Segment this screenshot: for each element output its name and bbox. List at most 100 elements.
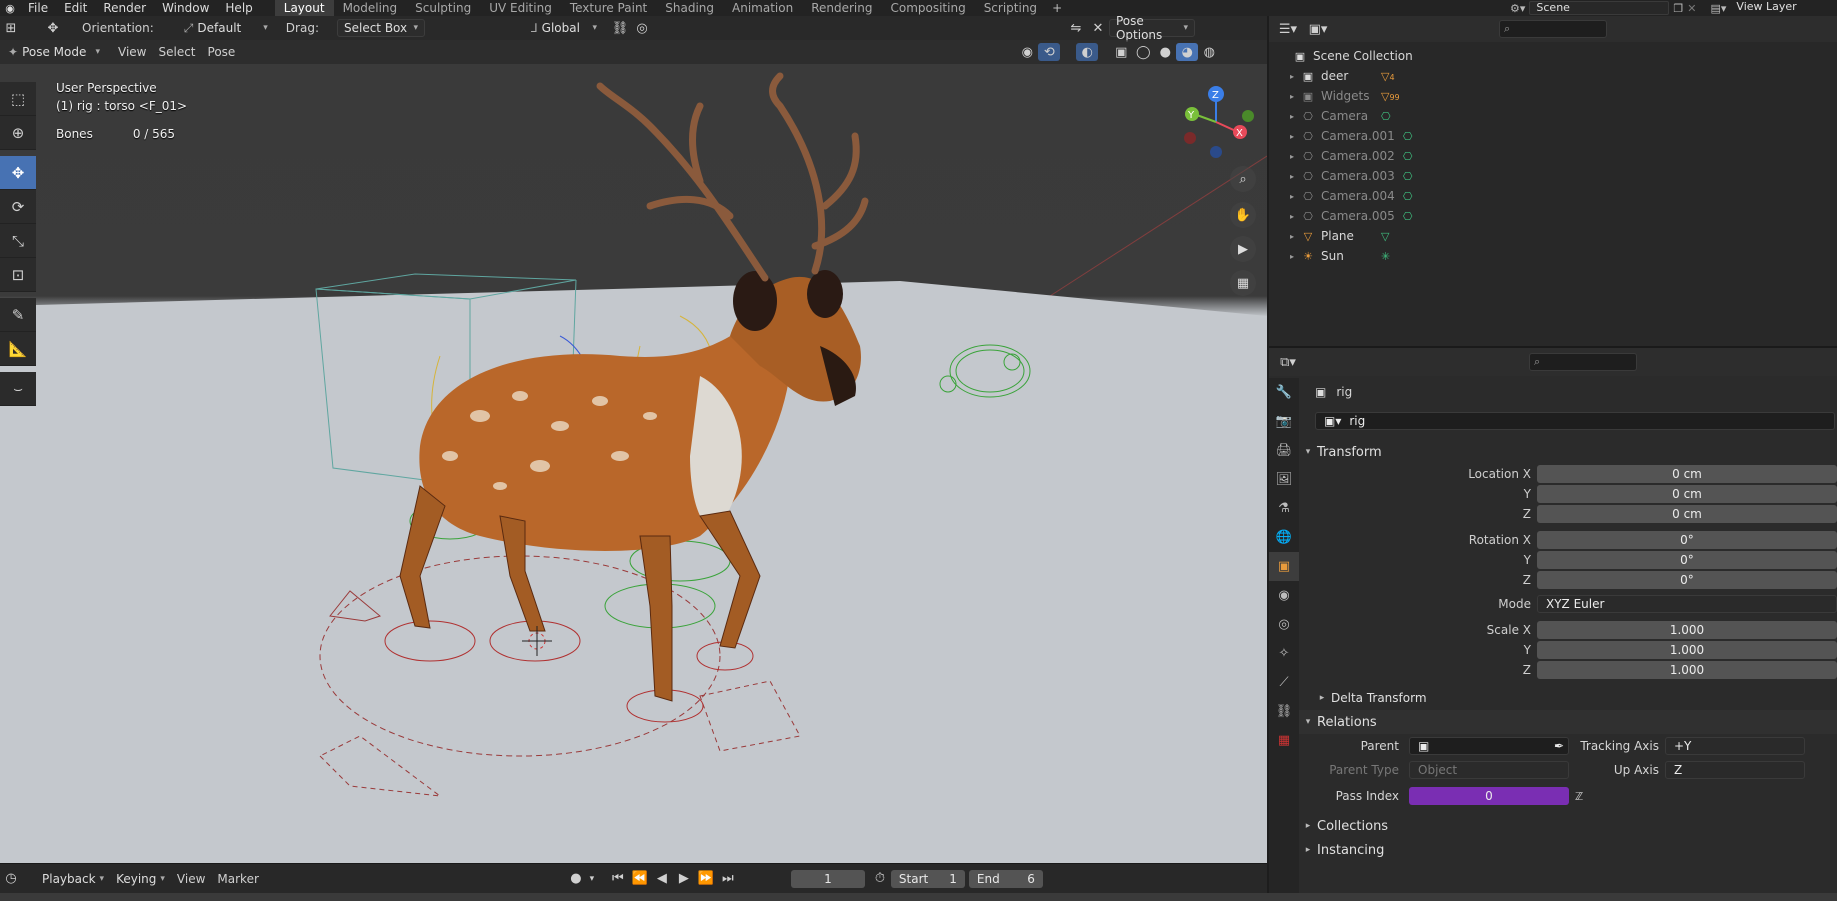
outliner-item[interactable]: ▸ ⎔ Camera.003 ⎔ — [1269, 166, 1837, 186]
shading-solid-icon[interactable]: ● — [1154, 43, 1176, 61]
measure-icon[interactable]: 📐 — [0, 332, 36, 366]
outliner-item[interactable]: ▸ ▽ Plane ▽ — [1269, 226, 1837, 246]
proportional-edit-icon[interactable]: ◎ — [631, 19, 653, 37]
editor-type-icon[interactable]: ⊞ — [0, 19, 22, 37]
shading-material-icon[interactable]: ◕ — [1176, 43, 1199, 61]
tool-tab-icon[interactable]: 🔧 — [1269, 378, 1299, 407]
outliner-item[interactable]: ▸ ☀ Sun ✳ — [1269, 246, 1837, 266]
jump-end-icon[interactable]: ⏭ — [717, 870, 739, 888]
physics-tab-icon[interactable]: ◎ — [1269, 610, 1299, 639]
pass-index-field[interactable]: 0 — [1409, 787, 1569, 805]
shading-rendered-icon[interactable]: ◍ — [1198, 43, 1220, 61]
outliner-item-data-icon[interactable]: ▽4 — [1381, 70, 1395, 83]
outliner-item-data-icon[interactable]: ▽99 — [1381, 90, 1400, 103]
parent-type-dropdown[interactable]: Object — [1409, 761, 1569, 779]
select-box-icon[interactable]: ⬚ — [0, 82, 36, 116]
outliner-item-data-icon[interactable]: ⎔ — [1403, 210, 1413, 223]
tab-layout[interactable]: Layout — [274, 0, 334, 16]
menu-window[interactable]: Window — [154, 0, 217, 16]
rotation-y-field[interactable]: 0° — [1537, 551, 1837, 569]
roll-icon[interactable]: ⌣ — [0, 372, 36, 406]
outliner-search-input[interactable]: ⌕ — [1499, 20, 1607, 38]
add-workspace-icon[interactable]: + — [1046, 1, 1068, 15]
scene-collection-row[interactable]: ▣ Scene Collection — [1269, 46, 1837, 66]
keying-dropdown[interactable]: Keying ▾ — [110, 870, 171, 888]
rotation-z-field[interactable]: 0° — [1537, 571, 1837, 589]
texture-tab-icon[interactable]: ▦ — [1269, 726, 1299, 755]
instancing-panel-header[interactable]: ▸ Instancing — [1299, 838, 1837, 862]
outliner-item-data-icon[interactable]: ⎔ — [1403, 130, 1413, 143]
world-tab-icon[interactable]: 🌐 — [1269, 523, 1299, 552]
scale-y-field[interactable]: 1.000 — [1537, 641, 1837, 659]
tab-compositing[interactable]: Compositing — [881, 0, 974, 16]
stopwatch-icon[interactable]: ⏱ — [869, 870, 891, 888]
render-tab-icon[interactable]: 📷 — [1269, 407, 1299, 436]
menu-select[interactable]: Select — [152, 45, 201, 59]
delta-transform-header[interactable]: ▸ Delta Transform — [1299, 686, 1837, 710]
tab-animation[interactable]: Animation — [723, 0, 802, 16]
view-layer-icon[interactable]: ▤▾ — [1710, 2, 1726, 15]
object-tab-icon[interactable]: ▣ — [1269, 552, 1299, 581]
parent-field[interactable]: ▣ ✒ — [1409, 737, 1569, 755]
scale-x-field[interactable]: 1.000 — [1537, 621, 1837, 639]
ortho-grid-icon[interactable]: ▦ — [1230, 270, 1256, 296]
outliner-item-data-icon[interactable]: ✳ — [1381, 250, 1390, 263]
new-scene-icon[interactable]: ❐ — [1673, 2, 1683, 15]
location-x-field[interactable]: 0 cm — [1537, 465, 1837, 483]
playback-dropdown[interactable]: Playback ▾ — [36, 870, 110, 888]
rotation-mode-dropdown[interactable]: XYZ Euler — [1537, 595, 1837, 613]
current-frame-field[interactable]: 1 — [790, 869, 865, 888]
3d-viewport[interactable]: ⊞ ✥ Orientation: ⤢ Default ▾ Drag: Selec… — [0, 16, 1267, 863]
pose-options-dropdown[interactable]: Pose Options ▾ — [1108, 16, 1195, 42]
timeline-editor-icon[interactable]: ◷ — [0, 870, 22, 888]
zoom-icon[interactable]: ⌕ — [1230, 166, 1256, 192]
orientation-dropdown[interactable]: ⤢ Default ▾ — [178, 19, 274, 37]
tab-scripting[interactable]: Scripting — [975, 0, 1046, 16]
blender-logo-icon[interactable]: ◉ — [0, 0, 20, 16]
tab-uv-editing[interactable]: UV Editing — [480, 0, 561, 16]
outliner-item[interactable]: ▸ ⎔ Camera.001 ⎔ — [1269, 126, 1837, 146]
menu-render[interactable]: Render — [95, 0, 154, 16]
driver-icon[interactable]: ℤ — [1575, 790, 1583, 803]
close-icon[interactable]: ✕ — [1087, 19, 1109, 37]
gizmo-toggle-icon[interactable]: ⟲ — [1038, 43, 1061, 61]
eyedropper-icon[interactable]: ✒ — [1554, 739, 1564, 753]
bone-tab-icon[interactable]: ⟋ — [1269, 668, 1299, 697]
expand-arrow-icon[interactable]: ▸ — [1285, 212, 1299, 221]
transform-pivot-icon[interactable]: ✥ — [42, 19, 64, 37]
outliner-item[interactable]: ▸ ▣ Widgets ▽99 — [1269, 86, 1837, 106]
play-icon[interactable]: ▶ — [673, 870, 695, 888]
outliner-item[interactable]: ▸ ⎔ Camera.004 ⎔ — [1269, 186, 1837, 206]
expand-arrow-icon[interactable]: ▸ — [1285, 112, 1299, 121]
outliner-item[interactable]: ▸ ▣ deer ▽4 — [1269, 66, 1837, 86]
transform-icon[interactable]: ⊡ — [0, 258, 36, 292]
navigation-gizmo[interactable]: Z X Y — [1178, 82, 1254, 172]
chevron-down-icon[interactable]: ▾ — [587, 870, 597, 888]
record-icon[interactable]: ● — [565, 870, 587, 888]
cursor-icon[interactable]: ⊕ — [0, 116, 36, 150]
outliner-editor-icon[interactable]: ☰▾ — [1277, 20, 1299, 38]
view-layer-field[interactable]: View Layer — [1730, 1, 1837, 15]
visibility-eye-icon[interactable]: ◉ — [1016, 43, 1038, 61]
pan-hand-icon[interactable]: ✋ — [1230, 202, 1256, 228]
transform-panel-header[interactable]: ▾ Transform — [1299, 440, 1837, 464]
rotate-icon[interactable]: ⟳ — [0, 190, 36, 224]
play-reverse-icon[interactable]: ◀ — [651, 870, 673, 888]
outliner-item-data-icon[interactable]: ⎔ — [1403, 150, 1413, 163]
outliner-item-data-icon[interactable]: ⎔ — [1381, 110, 1391, 123]
tracking-axis-dropdown[interactable]: +Y — [1665, 737, 1805, 755]
up-axis-dropdown[interactable]: Z — [1665, 761, 1805, 779]
menu-view[interactable]: View — [112, 45, 152, 59]
delete-scene-icon[interactable]: ✕ — [1687, 2, 1696, 15]
menu-pose[interactable]: Pose — [202, 45, 242, 59]
outliner-item[interactable]: ▸ ⎔ Camera.005 ⎔ — [1269, 206, 1837, 226]
tab-sculpting[interactable]: Sculpting — [406, 0, 480, 16]
display-mode-icon[interactable]: ▣▾ — [1307, 20, 1329, 38]
modifier-tab-icon[interactable]: ◉ — [1269, 581, 1299, 610]
expand-arrow-icon[interactable]: ▸ — [1285, 132, 1299, 141]
menu-file[interactable]: File — [20, 0, 56, 16]
outliner-item[interactable]: ▸ ⎔ Camera.002 ⎔ — [1269, 146, 1837, 166]
shading-wireframe-icon[interactable]: ◯ — [1132, 43, 1154, 61]
scene-tab-icon[interactable]: ⚗ — [1269, 494, 1299, 523]
tab-rendering[interactable]: Rendering — [802, 0, 881, 16]
